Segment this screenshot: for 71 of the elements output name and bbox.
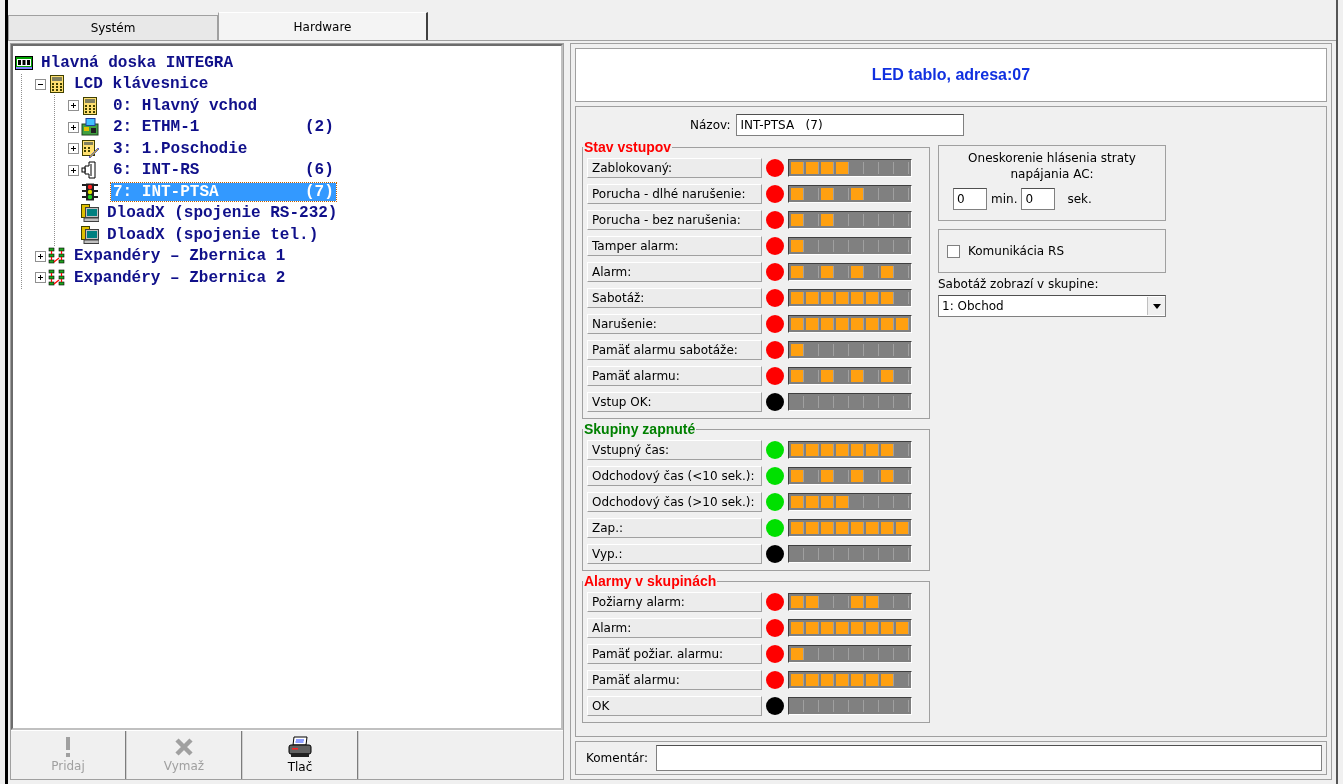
exclamation-icon (64, 737, 72, 757)
checkbox-label: Komunikácia RS (968, 244, 1064, 258)
group-title: Skupiny zapnuté (583, 421, 697, 437)
status-label: Požiarny alarm: (587, 592, 762, 612)
status-label: Pamäť alarmu: (587, 366, 762, 386)
expand-toggle[interactable] (68, 164, 79, 176)
status-label: Alarm: (587, 262, 762, 282)
status-label: Pamäť požiar. alarmu: (587, 644, 762, 664)
computer-icon (81, 225, 99, 244)
status-label: Tamper alarm: (587, 236, 762, 256)
status-label: Zap.: (587, 518, 762, 538)
network-module-icon (81, 118, 99, 137)
expander-modules-icon (48, 247, 66, 266)
tree-item[interactable]: Expandéry – Zbernica 2 (72, 268, 288, 287)
dropdown-arrow-icon (1152, 303, 1161, 309)
tab[interactable]: Hardware (218, 12, 428, 40)
tree-item[interactable]: 3: 1.Poschodie (111, 139, 250, 158)
status-label: Zablokovaný: (587, 158, 762, 178)
expand-toggle[interactable] (35, 272, 46, 284)
status-label: Alarm: (587, 618, 762, 638)
status-label: Vyp.: (587, 544, 762, 564)
tree-item[interactable]: 2: ETHM-1 (2) (111, 118, 336, 137)
expand-toggle[interactable] (68, 100, 79, 112)
cross-icon (174, 737, 194, 757)
ac-delay-label: Oneskorenie hlásenia straty napájania AC: (967, 150, 1137, 182)
status-label: Pamäť alarmu sabotáže: (587, 340, 762, 360)
status-label: Porucha - dlhé narušenie: (587, 184, 762, 204)
tree-item[interactable]: Hlavná doska INTEGRA (39, 53, 236, 72)
status-label: Sabotáž: (587, 288, 762, 308)
status-label: Vstup OK: (587, 392, 762, 412)
circuit-board-icon (15, 53, 33, 72)
field-label: Komentár: (586, 751, 649, 765)
tree-item[interactable]: Expandéry – Zbernica 1 (72, 247, 288, 266)
expand-toggle[interactable] (68, 121, 79, 133)
expander-modules-icon (48, 268, 66, 287)
expand-toggle[interactable] (68, 143, 79, 155)
tree-item[interactable]: LCD klávesnice (72, 75, 211, 94)
seconds-field[interactable]: 0 (1021, 188, 1056, 210)
minutes-field[interactable]: 0 (953, 188, 987, 210)
field-label: Názov: (690, 118, 731, 132)
tree-item[interactable]: 0: Hlavný vchod (111, 96, 260, 115)
printer-icon (288, 736, 312, 758)
group-dropdown[interactable]: 1: Obchod (938, 295, 1166, 317)
keypad-icon (81, 139, 99, 158)
tree-item[interactable]: DloadX (spojenie tel.) (105, 225, 321, 244)
checkbox[interactable] (947, 244, 960, 258)
tree-item[interactable]: DloadX (spojenie RS-232) (105, 204, 340, 223)
unit-label: min. (991, 192, 1018, 206)
unit-label: sek. (1067, 192, 1092, 206)
comment-field[interactable] (656, 745, 1322, 771)
status-label: Vstupný čas: (587, 440, 762, 460)
panel-title: LED tablo, adresa:07 (871, 66, 1031, 84)
connector-icon (81, 161, 99, 180)
status-label: Odchodový čas (>10 sek.): (587, 492, 762, 512)
expand-toggle[interactable] (35, 250, 46, 262)
tree-item[interactable]: 6: INT-RS (6) (111, 161, 336, 180)
traffic-light-icon (81, 182, 99, 201)
group-title: Alarmy v skupinách (583, 573, 718, 589)
keypad-icon (48, 75, 66, 94)
status-label: Narušenie: (587, 314, 762, 334)
keypad-icon (81, 96, 99, 115)
status-label: Porucha - bez narušenia: (587, 210, 762, 230)
collapse-toggle[interactable] (35, 78, 46, 90)
computer-icon (81, 204, 99, 223)
status-label: Odchodový čas (<10 sek.): (587, 466, 762, 486)
group-title: Stav vstupov (583, 139, 673, 155)
name-field[interactable]: INT-PTSA (7) (736, 114, 965, 136)
status-label: OK (587, 696, 762, 716)
dropdown-label: Sabotáž zobrazí v skupine: (938, 277, 1100, 291)
tab[interactable]: Systém (8, 15, 218, 40)
status-label: Pamäť alarmu: (587, 670, 762, 690)
